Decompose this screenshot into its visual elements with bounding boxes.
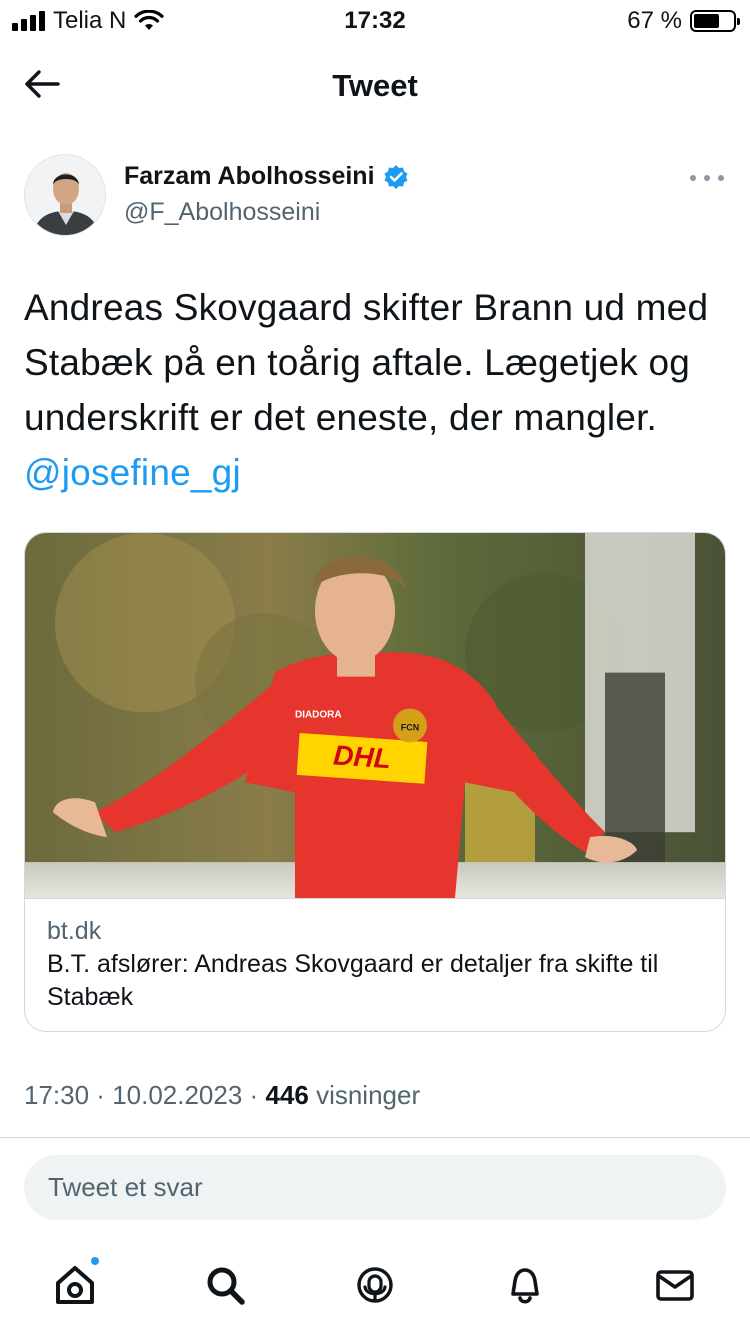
author-name[interactable]: Farzam Abolhosseini	[124, 162, 409, 191]
meta-separator: ·	[89, 1080, 113, 1110]
link-card[interactable]: DHL DIADORA FCN bt.dk B.T. afslører: And…	[24, 532, 726, 1032]
battery-fill	[694, 14, 720, 28]
svg-text:DIADORA: DIADORA	[295, 710, 342, 721]
header: Tweet	[0, 44, 750, 124]
views-count[interactable]: 446	[265, 1080, 308, 1110]
tweet-meta: 17:30 · 10.02.2023 · 446 visninger	[24, 1080, 420, 1111]
author-handle[interactable]: @F_Abolhosseini	[124, 198, 320, 227]
card-image: DHL DIADORA FCN	[25, 533, 725, 899]
verified-badge-icon	[384, 164, 408, 189]
tab-spaces[interactable]	[330, 1240, 420, 1330]
tab-messages[interactable]	[630, 1240, 720, 1330]
status-bar: Telia N 17:32 67 %	[0, 0, 750, 44]
tab-home[interactable]	[30, 1240, 120, 1330]
mention-link[interactable]: @josefine_gj	[24, 452, 241, 493]
bell-icon	[511, 1268, 539, 1304]
card-domain: bt.dk	[47, 917, 102, 945]
page-title: Tweet	[332, 68, 418, 103]
battery-percent: 67 %	[627, 7, 682, 34]
battery-icon	[690, 10, 740, 32]
home-icon	[56, 1266, 94, 1304]
card-body: bt.dk B.T. afslører: Andreas Skovgaard e…	[25, 899, 725, 1031]
svg-text:DHL: DHL	[332, 739, 392, 774]
more-dot-icon	[690, 175, 696, 181]
divider	[0, 1137, 750, 1138]
spaces-icon	[357, 1267, 393, 1303]
tab-search[interactable]	[180, 1240, 270, 1330]
mail-icon	[656, 1270, 694, 1301]
search-icon	[207, 1267, 245, 1305]
tweet-text: Andreas Skovgaard skifter Brann ud med S…	[24, 280, 724, 500]
svg-text:FCN: FCN	[401, 722, 419, 732]
tab-bar	[0, 1240, 750, 1334]
card-title: B.T. afslører: Andreas Skovgaard er deta…	[47, 950, 659, 1011]
meta-separator: ·	[242, 1080, 266, 1110]
author-name-label: Farzam Abolhosseini	[124, 162, 375, 190]
notification-dot	[89, 1255, 101, 1267]
tweet-date: 10.02.2023	[112, 1080, 243, 1110]
more-options-button[interactable]	[690, 166, 724, 190]
status-right: 67 %	[627, 7, 740, 35]
more-dot-icon	[704, 175, 710, 181]
reply-input[interactable]	[24, 1155, 726, 1220]
avatar[interactable]	[24, 154, 106, 236]
views-label: visninger	[316, 1080, 421, 1110]
avatar-image	[25, 155, 105, 235]
tab-notifications[interactable]	[480, 1240, 570, 1330]
tweet-time: 17:30	[24, 1080, 90, 1110]
more-dot-icon	[718, 175, 724, 181]
tweet-body: Andreas Skovgaard skifter Brann ud med S…	[24, 287, 709, 438]
